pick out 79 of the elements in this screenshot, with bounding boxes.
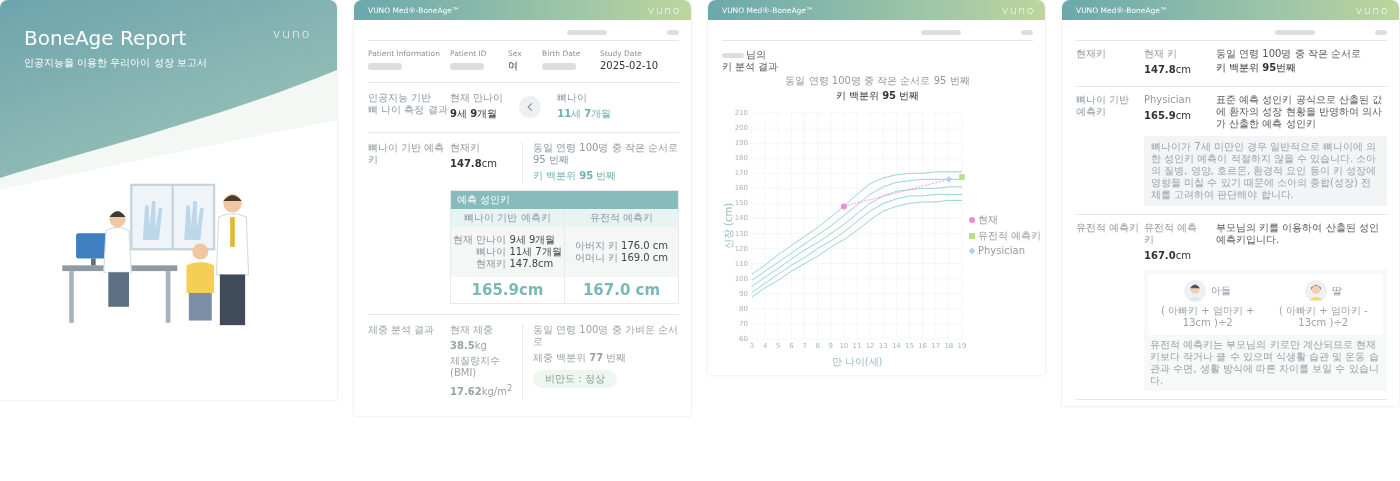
- weight-value: 38.5kg: [450, 339, 488, 353]
- predicted-height-value: 165.9cm: [470, 280, 545, 301]
- stat-label: 현재 키: [1144, 48, 1179, 60]
- note-text: 뼈나이가 7세 미만인 경우 일반적으로 뼈나이에 의한 성인키 예측이 적절하지 않을 수 있습니다. 소아의 질병, 영양, 호르몬, 환경적 요인 등이 키 성장에 영향을 미칠 수 있기 때문에 소아의 종합(성장) 전체를 고려하여 판단해야 합니다.: [1144, 136, 1387, 206]
- detail-label: 현재 만나이: [453, 234, 507, 246]
- redacted-text-mark: [567, 30, 607, 35]
- detail-value: 147.8cm: [509, 258, 555, 270]
- vuno-logo: vuno: [647, 3, 681, 17]
- stat-label: Physician: [1144, 94, 1193, 106]
- redacted-text-mark: [921, 30, 961, 35]
- obesity-badge: 비만도 : 정상: [533, 370, 617, 388]
- percentile-value: 체중 백분위 77 번째: [533, 351, 628, 365]
- stat-label: 현재키: [450, 142, 481, 154]
- current-age-value: 9세 9개월: [450, 107, 499, 121]
- detail-label: 아버지 키: [574, 240, 619, 252]
- stat-label: 현재 체중: [450, 324, 495, 336]
- formula-text: ( 아빠키 + 엄마키 - 13cm )÷2: [1277, 305, 1369, 329]
- stat-label: 유전적 예측키: [1144, 222, 1199, 246]
- detail-value: 176.0 cm: [621, 240, 669, 252]
- rank-text: 동일 연령 100명 중 작은 순서로 95 번째: [785, 75, 970, 87]
- description-text: 부모님의 키를 이용하여 산출된 성인 예측키입니다.: [1216, 222, 1380, 246]
- predicted-height-value: 167.0 cm: [581, 280, 662, 301]
- analysis-subtitle: 키 분석 결과: [722, 61, 780, 73]
- percentile-value: 키 백분위 95 번째: [835, 89, 920, 103]
- detail-value: 11세 7개월: [509, 246, 562, 258]
- table-title: 예측 성인키: [451, 191, 678, 209]
- redacted-text-mark: [722, 52, 744, 58]
- child-avatar-icon: [1184, 280, 1207, 302]
- less-than-icon: [519, 96, 542, 118]
- report-subtitle: 인공지능을 이용한 우리아이 성장 보고서: [24, 56, 208, 70]
- percentile-value: 키 백분위 95번째: [1216, 61, 1298, 75]
- vuno-logo: vuno: [1001, 3, 1035, 17]
- legend-label: 유전적 예측키: [978, 229, 1042, 243]
- detail-label: 뼈나이: [475, 246, 507, 258]
- section-title: 체중 분석 결과: [368, 324, 436, 337]
- section-title: 유전적 예측키: [1076, 222, 1141, 235]
- report-title: BoneAge Report: [24, 26, 187, 50]
- detail-label: 현재키: [475, 258, 507, 270]
- legend-label: Physician: [978, 245, 1026, 256]
- patient-name-suffix: 님의: [746, 49, 766, 61]
- vuno-logo: vuno: [1355, 3, 1389, 17]
- redacted-text-mark: [1275, 30, 1315, 35]
- height-value: 165.9cm: [1144, 109, 1192, 123]
- legend-label: 현재: [978, 213, 998, 227]
- child-label: 아들: [1211, 285, 1232, 297]
- x-axis-label: 만 나이(세): [831, 356, 883, 367]
- formula-text: ( 아빠키 + 엄마키 + 13cm )÷2: [1160, 305, 1256, 329]
- stat-label: 체질량지수 (BMI): [450, 355, 501, 379]
- rank-text: 동일 연령 100명 중 가벼운 순서로: [533, 324, 679, 348]
- bmi-value: 17.62kg/m$^{2}$: [450, 382, 512, 400]
- height-value: 167.0cm: [1144, 249, 1192, 263]
- height-value: 147.8cm: [450, 157, 498, 171]
- field-value: 여: [508, 60, 519, 72]
- child-avatar-icon: [1304, 280, 1327, 302]
- section-title: 뼈나이 기반 예측키: [368, 142, 446, 167]
- detail-value: 9세 9개월: [509, 234, 557, 246]
- y-axis-label: 신장 (cm): [723, 202, 734, 250]
- stat-label: 현재 만나이: [450, 92, 504, 104]
- column-header: 뼈나이 기반 예측키: [451, 209, 564, 227]
- height-value: 147.8cm: [1144, 63, 1192, 77]
- percentile-value: 키 백분위 95 번째: [533, 169, 618, 183]
- rank-text: 동일 연령 100명 중 작은 순서로 95 번째: [533, 142, 679, 166]
- bone-age-value: 11세 7개월: [557, 107, 612, 121]
- note-text: 유전적 예측키는 부모님의 키로만 계산되므로 현재 키보다 작거나 클 수 있으며 식생활 습관 및 운동 습관과 수면, 생활 방식에 따른 차이를 보일 수 있습니다.: [1150, 339, 1380, 387]
- stat-label: 뼈나이: [557, 92, 589, 104]
- column-header: 유전적 예측키: [565, 209, 678, 227]
- detail-value: 169.0 cm: [621, 252, 669, 264]
- description-text: 표준 예측 성인키 공식으로 산출된 값에 환자의 성장 현황을 반영하여 의사가 산출한 예측 성인키: [1216, 94, 1383, 130]
- redacted-text-mark: [1375, 30, 1387, 35]
- detail-label: 어머니 키: [574, 252, 619, 264]
- section-title: 뼈나이 기반 예측키: [1076, 94, 1131, 119]
- section-title: 현재키: [1076, 48, 1107, 61]
- rank-text: 동일 연령 100명 중 작은 순서로: [1216, 48, 1362, 60]
- redacted-text-mark: [667, 30, 679, 35]
- vuno-logo: vuno: [272, 26, 311, 41]
- section-title: 인공지능 기반 뼈 나이 측정 결과: [368, 92, 449, 117]
- redacted-text-mark: [1021, 30, 1033, 35]
- field-value: 2025-02-10: [600, 60, 660, 72]
- child-label: 딸: [1331, 285, 1342, 297]
